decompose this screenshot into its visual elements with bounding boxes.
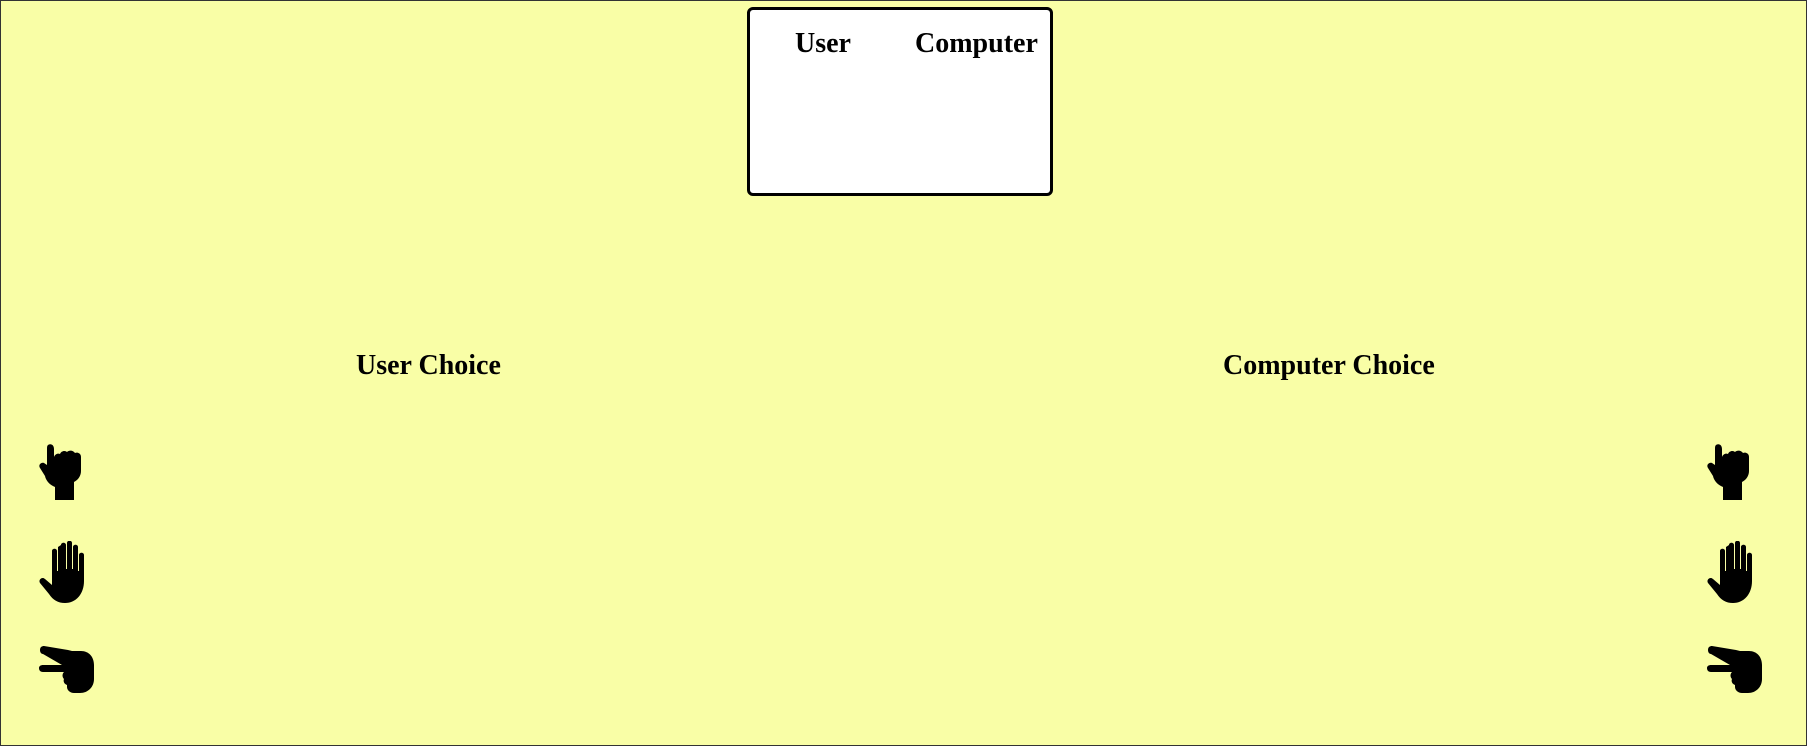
computer-choice-title: Computer Choice: [1223, 350, 1435, 381]
user-choice-title: User Choice: [356, 350, 501, 381]
scoreboard-computer-label: Computer: [915, 28, 1038, 59]
computer-scissors-icon-slot: [1705, 640, 1765, 704]
user-scissors-button[interactable]: [37, 640, 97, 704]
computer-rock-icon-slot: [1705, 441, 1765, 505]
hand-paper-icon: [1707, 541, 1752, 603]
hand-scissors-icon: [1707, 646, 1762, 693]
hand-rock-icon: [39, 444, 81, 500]
hand-rock-icon: [1707, 444, 1749, 500]
scoreboard: User Computer: [747, 7, 1053, 196]
hand-paper-icon: [39, 541, 84, 603]
scoreboard-user-label: User: [795, 28, 851, 59]
computer-paper-icon-slot: [1705, 541, 1765, 605]
hand-scissors-icon: [39, 646, 94, 693]
user-rock-button[interactable]: [37, 441, 97, 505]
user-paper-button[interactable]: [37, 541, 97, 605]
